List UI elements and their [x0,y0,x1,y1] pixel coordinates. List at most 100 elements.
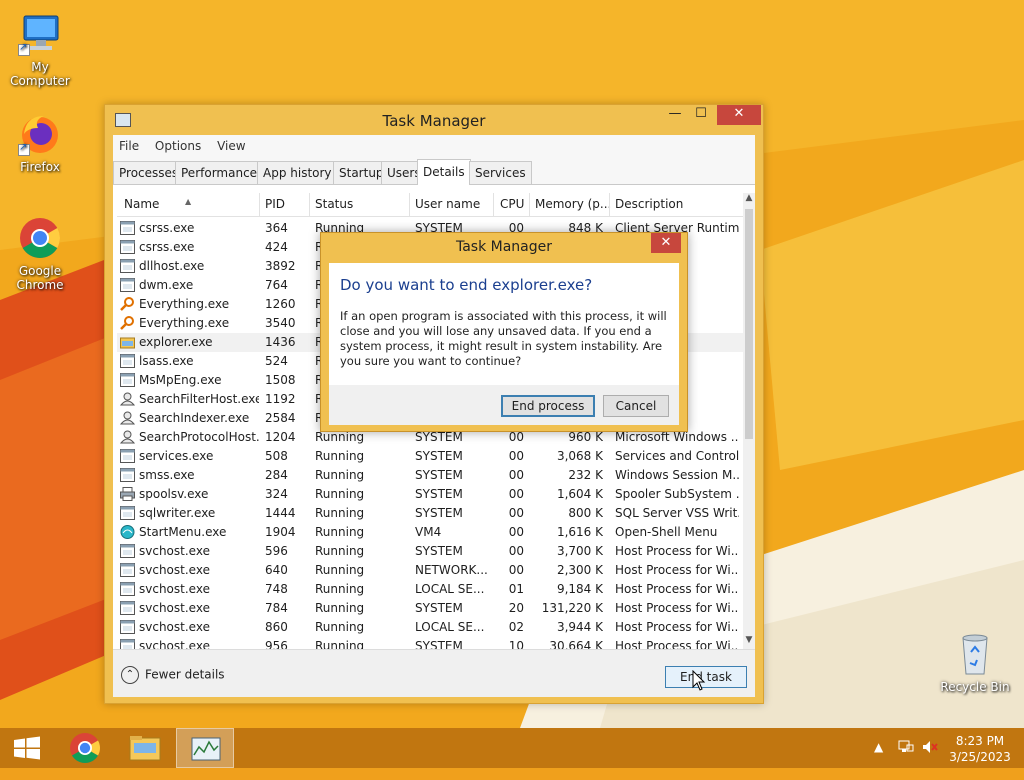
window-icon [120,221,135,235]
row-pid: 1192 [265,392,296,406]
desktop-icon-google-chrome[interactable]: Google Chrome [0,214,80,292]
table-row[interactable]: smss.exe 284 Running SYSTEM 00 232 K Windows S… [117,466,743,485]
system-clock[interactable]: 8:23 PM 3/25/2023 [940,733,1020,765]
table-row[interactable]: StartMenu.exe 1904 Running VM4 00 1,616 K Open… [117,523,743,542]
row-name: MsMpEng.exe [139,373,222,387]
column-header-name[interactable]: Name [124,197,159,211]
row-user-name: NETWORK... [415,563,488,577]
desktop-icon-recycle-bin[interactable]: Recycle Bin [935,630,1015,694]
row-user-name: SYSTEM [415,487,463,501]
row-pid: 1436 [265,335,296,349]
network-icon[interactable] [897,738,915,778]
window-icon [120,582,135,596]
row-name: smss.exe [139,468,195,482]
computer-icon [16,10,64,58]
row-user-name: SYSTEM [415,639,463,649]
row-pid: 524 [265,354,288,368]
row-memory: 1,604 K [556,487,603,501]
desktop-icon-label: My Computer [10,60,70,88]
minimize-button[interactable]: — [661,105,689,125]
row-user-name: SYSTEM [415,468,463,482]
cancel-button[interactable]: Cancel [603,395,669,417]
close-button[interactable]: ✕ [717,105,761,125]
table-row[interactable]: spoolsv.exe 324 Running SYSTEM 00 1,604 K Spoo… [117,485,743,504]
folder-icon [120,335,135,349]
dialog-message: If an open program is associated with th… [340,309,667,368]
row-status: Running [315,639,365,649]
table-row[interactable]: svchost.exe 956 Running SYSTEM 10 30,664 K Hos… [117,637,743,649]
volume-muted-icon[interactable] [921,738,939,778]
tab-details[interactable]: Details [417,159,471,186]
table-row[interactable]: sqlwriter.exe 1444 Running SYSTEM 00 800 K SQL… [117,504,743,523]
row-cpu: 20 [508,601,524,615]
column-header-memory[interactable]: Memory (p... [535,197,611,211]
fewer-details-button[interactable]: ⌃ Fewer details [121,666,225,684]
row-name: csrss.exe [139,221,195,235]
row-name: Everything.exe [139,316,230,330]
row-user-name: VM4 [415,525,442,539]
chevron-up-icon[interactable]: ▲ [874,740,883,780]
desktop-icon-label: Recycle Bin [940,680,1010,694]
windows-start-icon[interactable] [0,728,56,768]
desktop-icon-firefox[interactable]: Firefox [0,110,80,174]
column-header-status[interactable]: Status [315,197,353,211]
row-pid: 1260 [265,297,296,311]
vertical-scrollbar[interactable]: ▲ ▼ [743,193,755,649]
row-name: dwm.exe [139,278,194,292]
menu-view[interactable]: View [211,135,251,157]
scroll-thumb[interactable] [745,209,753,439]
tab-services[interactable]: Services [469,161,532,185]
tab-processes[interactable]: Processes [113,161,185,185]
chrome-icon[interactable] [56,728,114,768]
row-name: svchost.exe [139,582,210,596]
row-memory: 3,700 K [556,544,603,558]
person-icon [120,411,135,425]
person-icon [120,430,135,444]
row-memory: 960 K [568,430,603,444]
column-header-description[interactable]: Description [615,197,683,211]
row-status: Running [315,430,365,444]
menu-options[interactable]: Options [149,135,207,157]
table-row[interactable]: svchost.exe 640 Running NETWORK... 00 2,300 K… [117,561,743,580]
row-pid: 284 [265,468,288,482]
scroll-up-icon[interactable]: ▲ [743,193,755,207]
column-header-pid[interactable]: PID [265,197,285,211]
row-name: Everything.exe [139,297,230,311]
row-pid: 3540 [265,316,296,330]
row-status: Running [315,525,365,539]
window-icon [120,468,135,482]
file-explorer-icon[interactable] [116,728,174,768]
end-task-button[interactable]: End task [665,666,747,688]
row-pid: 1904 [265,525,296,539]
row-memory: 800 K [568,506,603,520]
column-header-user-name[interactable]: User name [415,197,480,211]
title-bar[interactable]: Task Manager — ☐ ✕ [105,105,763,135]
row-pid: 1444 [265,506,296,520]
magnifier-icon [120,316,135,330]
menu-file[interactable]: File [113,135,145,157]
maximize-button[interactable]: ☐ [687,105,715,125]
dialog-content: Do you want to end explorer.exe? If an o… [329,263,679,385]
row-pid: 860 [265,620,288,634]
table-row[interactable]: svchost.exe 784 Running SYSTEM 20 131,220 K Ho… [117,599,743,618]
row-pid: 2584 [265,411,296,425]
table-row[interactable]: svchost.exe 596 Running SYSTEM 00 3,700 K Host… [117,542,743,561]
row-cpu: 00 [508,449,524,463]
table-row[interactable]: services.exe 508 Running SYSTEM 00 3,068 K Ser… [117,447,743,466]
end-process-button[interactable]: End process [501,395,595,417]
tab-performance[interactable]: Performance [175,161,264,185]
printer-icon [120,487,135,501]
dialog-close-button[interactable]: ✕ [651,233,681,253]
row-pid: 3892 [265,259,296,273]
task-manager-icon[interactable] [176,728,234,768]
desktop-icon-my-computer[interactable]: My Computer [0,10,80,88]
column-header-cpu[interactable]: CPU [500,197,524,211]
table-row[interactable]: svchost.exe 860 Running LOCAL SE... 02 3,944 … [117,618,743,637]
tab-app-history[interactable]: App history [257,161,338,185]
end-process-dialog: Task Manager ✕ Do you want to end explor… [320,232,688,432]
table-row[interactable]: svchost.exe 748 Running LOCAL SE... 01 9,184 … [117,580,743,599]
scroll-down-icon[interactable]: ▼ [743,635,755,649]
row-user-name: SYSTEM [415,601,463,615]
row-cpu: 00 [508,487,524,501]
row-memory: 3,068 K [556,449,603,463]
